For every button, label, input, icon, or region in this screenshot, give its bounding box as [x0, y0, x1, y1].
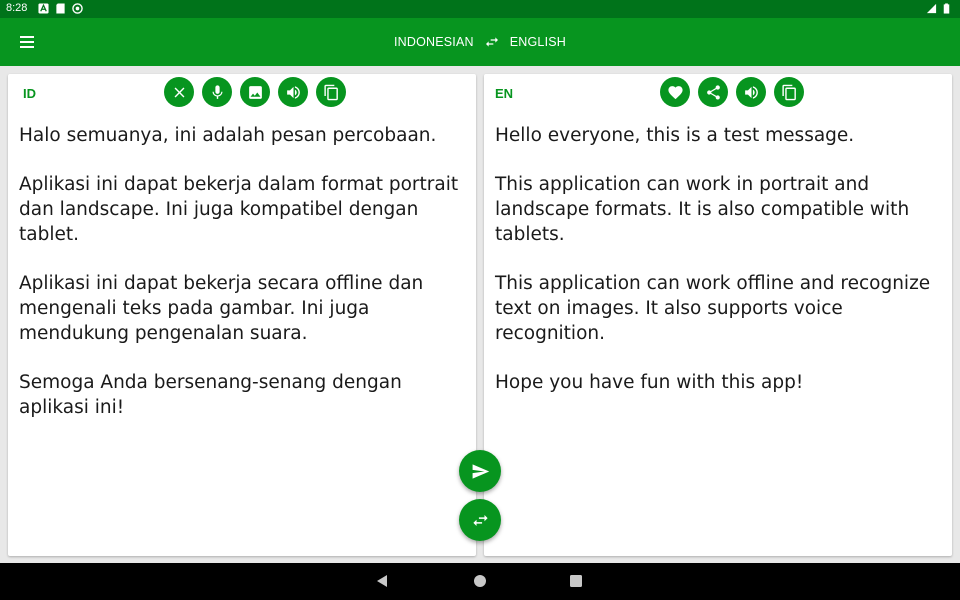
favorite-icon [667, 85, 683, 99]
translate-button[interactable] [459, 450, 501, 492]
copy-icon [323, 84, 338, 100]
favorite-button[interactable] [660, 77, 690, 107]
speaker-icon [286, 85, 300, 99]
source-toolbar [164, 77, 346, 107]
clear-button[interactable] [164, 77, 194, 107]
swap-languages-icon[interactable] [484, 34, 500, 50]
source-copy-button[interactable] [316, 77, 346, 107]
source-language-selector[interactable]: INDONESIAN [394, 35, 474, 49]
notification-a-icon [38, 3, 49, 14]
image-icon [248, 85, 262, 99]
copy-icon [781, 84, 796, 100]
back-icon[interactable] [375, 574, 389, 588]
speaker-icon [744, 85, 758, 99]
source-language-code: ID [23, 86, 36, 101]
signal-icon [926, 3, 937, 14]
battery-icon [943, 3, 950, 14]
language-switcher: INDONESIAN ENGLISH [0, 18, 960, 66]
target-language-code: EN [495, 86, 514, 101]
share-icon [706, 84, 720, 100]
source-text-input[interactable]: Halo semuanya, ini adalah pesan percobaa… [19, 124, 469, 420]
target-toolbar [660, 77, 804, 107]
target-panel: EN Hello everyone, this is a test messag… [484, 74, 952, 556]
translated-text: Hello everyone, this is a test message. … [495, 125, 931, 394]
target-language-selector[interactable]: ENGLISH [510, 35, 566, 49]
mic-icon [212, 84, 222, 99]
clear-icon [174, 87, 184, 97]
status-notification-icons [38, 3, 83, 14]
target-speak-button[interactable] [736, 77, 766, 107]
sd-card-icon [56, 3, 65, 14]
source-speak-button[interactable] [278, 77, 308, 107]
target-copy-button[interactable] [774, 77, 804, 107]
status-time: 8:28 [6, 2, 28, 14]
source-panel: ID Halo semuanya, ini adalah pesan perco… [8, 74, 476, 556]
voice-input-button[interactable] [202, 77, 232, 107]
status-system-icons [926, 3, 952, 14]
share-button[interactable] [698, 77, 728, 107]
image-input-button[interactable] [240, 77, 270, 107]
app-bar: INDONESIAN ENGLISH [0, 18, 960, 66]
home-icon[interactable] [473, 574, 487, 588]
swap-icon [472, 514, 488, 526]
recents-icon[interactable] [569, 574, 583, 588]
sync-icon [72, 3, 83, 14]
send-icon [472, 463, 489, 479]
navigation-bar [0, 563, 960, 600]
swap-languages-button[interactable] [459, 499, 501, 541]
status-bar: 8:28 [0, 0, 960, 18]
